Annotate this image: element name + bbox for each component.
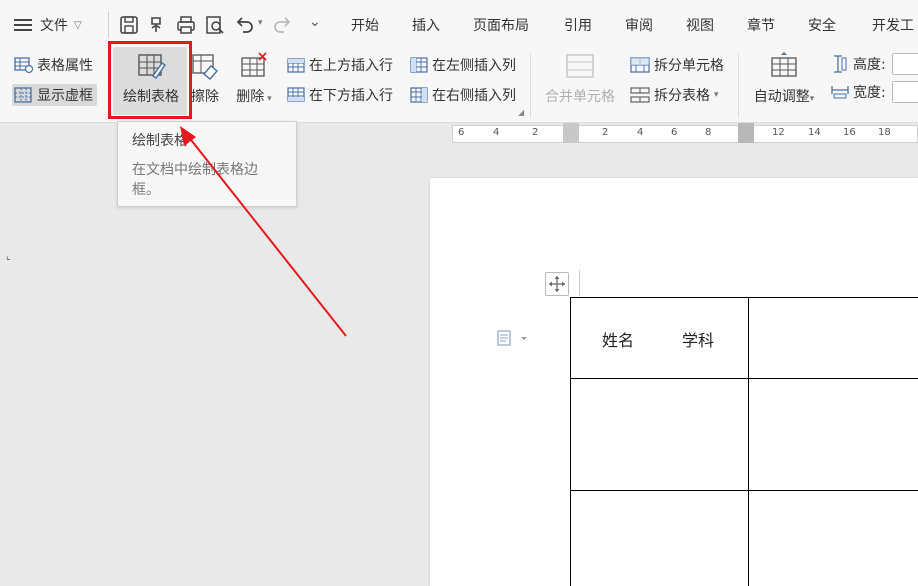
height-label: 高度:: [853, 57, 886, 73]
ruler-tick: 14: [808, 127, 821, 138]
insert-col-right-label: 在右侧插入列: [432, 88, 516, 104]
tab-stop-selector-icon[interactable]: ⌞: [6, 251, 11, 262]
paragraph-layout-icon[interactable]: [497, 330, 529, 350]
ruler-tick: 2: [532, 127, 539, 138]
tab-review[interactable]: 审阅: [625, 15, 653, 35]
ruler-tick: 6: [671, 127, 678, 138]
ruler-tick: 12: [772, 127, 785, 138]
width-control: 宽度:: [830, 81, 918, 103]
insert-col-right-button[interactable]: 在右侧插入列: [409, 84, 516, 106]
save-icon[interactable]: [118, 14, 140, 36]
table-properties-button[interactable]: 表格属性: [14, 54, 93, 76]
split-table-label: 拆分表格: [654, 88, 710, 104]
hamburger-icon: [14, 16, 32, 34]
height-input[interactable]: [891, 53, 918, 75]
tooltip-title: 绘制表格: [132, 133, 188, 149]
insert-row-above-label: 在上方插入行: [309, 58, 393, 74]
ruler-tick: 16: [843, 127, 856, 138]
merge-cells-icon: [566, 54, 594, 78]
erase-button[interactable]: 擦除: [188, 52, 222, 106]
draw-table-tooltip: 绘制表格 在文档中绘制表格边框。: [117, 121, 297, 207]
virtual-border-icon: [14, 87, 32, 103]
split-cells-icon: [630, 57, 650, 73]
auto-adjust-label: 自动调整▾: [753, 89, 815, 105]
insert-row-below-icon: [287, 87, 305, 102]
highlight-box: [108, 41, 192, 119]
redo-icon[interactable]: [272, 14, 294, 36]
ruler-tick: 6: [458, 127, 465, 138]
split-table-button[interactable]: 拆分表格 ▾: [629, 84, 719, 106]
split-cells-button[interactable]: 拆分单元格: [629, 54, 724, 76]
insert-col-right-icon: [410, 87, 428, 103]
insert-col-left-icon: [410, 57, 428, 73]
auto-adjust-icon: [771, 52, 797, 77]
print-preview-icon[interactable]: [204, 14, 226, 36]
file-menu[interactable]: 文件 ▽: [14, 12, 82, 38]
table-cell-name[interactable]: 姓名: [602, 327, 634, 351]
ruler-tick: 2: [602, 127, 609, 138]
merge-cells-label: 合并单元格: [545, 89, 615, 105]
delete-label: 删除 ▾: [236, 89, 272, 105]
insert-row-below-button[interactable]: 在下方插入行: [286, 84, 393, 106]
table-move-handle[interactable]: [545, 272, 569, 296]
auto-adjust-button[interactable]: 自动调整▾: [746, 52, 822, 106]
tab-developer[interactable]: 开发工: [872, 15, 914, 35]
insert-row-below-label: 在下方插入行: [309, 88, 393, 104]
ribbon-separator: [738, 54, 739, 118]
move-arrows-icon: [549, 276, 565, 292]
tab-insert[interactable]: 插入: [412, 15, 440, 35]
show-virtual-border-button[interactable]: 显示虚框: [12, 84, 97, 106]
ribbon-separator: [530, 54, 531, 118]
table-cell-subject[interactable]: 学科: [682, 327, 714, 351]
undo-icon[interactable]: [233, 14, 255, 36]
insert-row-above-button[interactable]: 在上方插入行: [286, 54, 393, 76]
show-virtual-border-label: 显示虚框: [37, 88, 93, 104]
delete-button[interactable]: 删除 ▾: [232, 52, 276, 106]
tab-view[interactable]: 视图: [686, 15, 714, 35]
quick-access-more-icon[interactable]: ⌄: [309, 14, 321, 30]
undo-dropdown-icon[interactable]: ▾: [258, 18, 263, 28]
ruler-tick: 4: [493, 127, 500, 138]
tab-references[interactable]: 引用: [564, 15, 592, 35]
chevron-down-icon: ▽: [74, 19, 82, 31]
split-cells-label: 拆分单元格: [654, 58, 724, 74]
dialog-launcher-icon[interactable]: ◢: [518, 108, 524, 117]
left-indent-marker[interactable]: [563, 123, 579, 143]
paragraph-mark-line: [579, 270, 580, 296]
print-icon[interactable]: [175, 14, 197, 36]
tab-page-layout[interactable]: 页面布局: [473, 15, 529, 35]
insert-col-left-button[interactable]: 在左侧插入列: [409, 54, 516, 76]
format-painter-icon[interactable]: [146, 14, 168, 36]
file-menu-label: 文件: [40, 18, 68, 34]
table-properties-icon: [14, 57, 34, 74]
width-icon: [831, 86, 849, 99]
menu-separator: [108, 12, 109, 38]
eraser-icon: [192, 54, 218, 80]
tab-security[interactable]: 安全: [808, 15, 836, 35]
column-marker[interactable]: [738, 123, 754, 143]
insert-col-left-label: 在左侧插入列: [432, 58, 516, 74]
ruler-tick: 8: [705, 127, 712, 138]
ruler-tick: 18: [878, 127, 891, 138]
tab-home[interactable]: 开始: [351, 15, 379, 35]
split-table-icon: [630, 87, 650, 103]
delete-table-icon: [241, 52, 267, 77]
merge-cells-button[interactable]: 合并单元格: [540, 52, 620, 106]
insert-row-above-icon: [287, 58, 305, 73]
erase-label: 擦除: [191, 89, 219, 105]
width-label: 宽度:: [853, 85, 886, 101]
tab-chapter[interactable]: 章节: [747, 15, 775, 35]
table-properties-label: 表格属性: [37, 58, 93, 74]
height-icon: [834, 55, 847, 73]
height-control: 高度:: [830, 53, 918, 75]
width-input[interactable]: [891, 81, 918, 103]
split-table-dropdown-icon: ▾: [714, 90, 719, 100]
ruler-tick: 4: [637, 127, 644, 138]
tooltip-body: 在文档中绘制表格边框。: [132, 162, 258, 198]
